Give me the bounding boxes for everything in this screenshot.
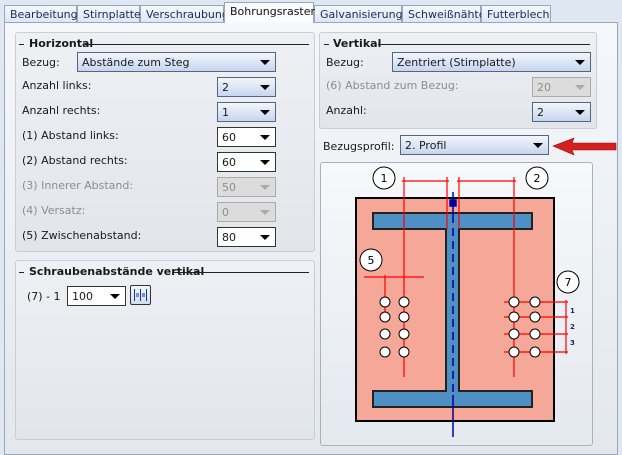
spacing-label-3: 3 [570, 339, 575, 347]
callout-1: 1 [372, 166, 396, 190]
svg-text:5: 5 [368, 254, 375, 267]
callout-5: 5 [359, 248, 383, 272]
callout-7: 7 [556, 270, 580, 294]
callout-2: 2 [525, 166, 549, 190]
svg-text:2: 2 [534, 172, 541, 185]
svg-text:7: 7 [565, 276, 572, 289]
tab-bohrungsraster[interactable]: Bohrungsraster [224, 2, 315, 23]
bolt-pattern-diagram: 1 2 5 7 1 2 3 [355, 166, 580, 437]
spacing-label-1: 1 [570, 307, 575, 315]
svg-text:1: 1 [381, 172, 388, 185]
spacing-label-2: 2 [570, 323, 575, 331]
